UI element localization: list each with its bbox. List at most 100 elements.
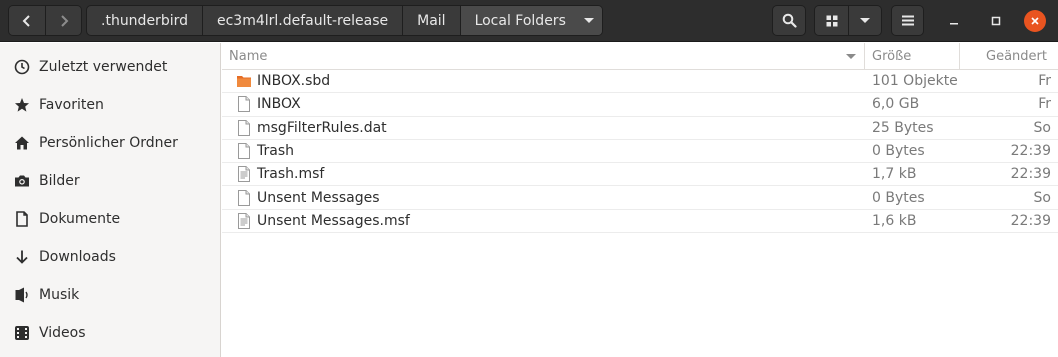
maximize-button[interactable] <box>985 10 1007 32</box>
file-size: 1,6 kB <box>872 212 917 229</box>
file-name: Unsent Messages <box>257 189 380 206</box>
sidebar-item-downloads[interactable]: Downloads <box>0 238 220 276</box>
file-icon <box>238 143 250 160</box>
minimize-button[interactable] <box>943 10 965 32</box>
places-sidebar: Zuletzt verwendet Favoriten Persönlicher… <box>0 43 221 357</box>
sidebar-item-recent[interactable]: Zuletzt verwendet <box>0 48 220 86</box>
document-icon <box>14 211 30 227</box>
maximize-icon <box>991 16 1001 26</box>
hamburger-menu-icon <box>901 15 914 26</box>
sidebar-item-label: Videos <box>39 325 86 341</box>
star-icon <box>14 97 30 113</box>
sidebar-item-label: Persönlicher Ordner <box>39 135 178 151</box>
file-modified: So <box>1033 189 1051 206</box>
table-row[interactable]: Unsent Messages.msf 1,6 kB 22:39 <box>222 210 1058 234</box>
file-icon <box>238 189 250 206</box>
grid-view-button[interactable] <box>815 6 848 35</box>
file-icon <box>238 119 250 136</box>
table-row[interactable]: msgFilterRules.dat 25 Bytes So <box>222 117 1058 140</box>
file-size: 6,0 GB <box>872 96 920 113</box>
file-name: Trash <box>257 143 294 160</box>
folder-icon <box>237 76 251 88</box>
chevron-down-icon <box>583 18 594 23</box>
sidebar-item-videos[interactable]: Videos <box>0 314 220 352</box>
file-size: 25 Bytes <box>872 119 934 136</box>
column-header-size[interactable]: Größe <box>865 43 960 69</box>
sidebar-item-music[interactable]: Musik <box>0 276 220 314</box>
breadcrumb-item-local-folders[interactable]: Local Folders <box>459 6 602 35</box>
view-options-dropdown[interactable] <box>848 6 881 35</box>
back-button[interactable] <box>9 6 45 35</box>
file-modified: Fr <box>1038 96 1051 113</box>
camera-icon <box>14 173 30 189</box>
close-icon <box>1031 17 1039 25</box>
file-list: Name Größe Geändert INBOX.sbd 101 Objekt… <box>222 43 1058 357</box>
forward-button[interactable] <box>45 6 81 35</box>
column-label: Name <box>229 48 268 64</box>
grid-icon <box>826 15 837 26</box>
breadcrumb-label: Local Folders <box>474 12 566 29</box>
minimize-icon <box>950 23 958 25</box>
text-file-icon <box>238 212 250 229</box>
chevron-left-icon <box>22 14 30 27</box>
column-header-name[interactable]: Name <box>222 43 865 69</box>
header-bar: .thunderbird ec3m4lrl.default-release Ma… <box>0 0 1058 42</box>
breadcrumb-item-profile[interactable]: ec3m4lrl.default-release <box>202 6 402 35</box>
search-button[interactable] <box>772 5 806 36</box>
column-label: Größe <box>872 48 912 64</box>
sidebar-item-label: Favoriten <box>39 97 104 113</box>
search-icon <box>782 13 797 28</box>
breadcrumb-item-mail[interactable]: Mail <box>402 6 459 35</box>
file-size: 0 Bytes <box>872 189 925 206</box>
file-modified: 22:39 <box>1010 143 1051 160</box>
view-options <box>814 5 882 36</box>
column-header-modified[interactable]: Geändert <box>960 43 1058 69</box>
clock-icon <box>14 59 30 75</box>
table-row[interactable]: Unsent Messages 0 Bytes So <box>222 186 1058 210</box>
file-icon <box>238 96 250 113</box>
file-name: INBOX.sbd <box>257 73 331 90</box>
table-row[interactable]: INBOX 6,0 GB Fr <box>222 93 1058 117</box>
file-rows: INBOX.sbd 101 Objekte Fr INBOX 6,0 GB Fr… <box>222 70 1058 234</box>
column-header: Name Größe Geändert <box>222 43 1058 70</box>
breadcrumb-label: ec3m4lrl.default-release <box>217 12 389 29</box>
sidebar-item-favorites[interactable]: Favoriten <box>0 86 220 124</box>
home-icon <box>14 135 30 151</box>
file-size: 101 Objekte <box>872 73 958 90</box>
file-size: 1,7 kB <box>872 166 917 183</box>
sidebar-item-label: Zuletzt verwendet <box>39 59 168 75</box>
file-name: msgFilterRules.dat <box>257 119 387 136</box>
breadcrumb: .thunderbird ec3m4lrl.default-release Ma… <box>86 5 603 36</box>
text-file-icon <box>238 166 250 183</box>
file-modified: Fr <box>1038 73 1051 90</box>
file-modified: 22:39 <box>1010 212 1051 229</box>
sidebar-item-label: Musik <box>39 287 80 303</box>
sidebar-item-label: Dokumente <box>39 211 121 227</box>
chevron-right-icon <box>60 14 68 27</box>
breadcrumb-label: .thunderbird <box>101 12 188 29</box>
file-name: Unsent Messages.msf <box>257 212 410 229</box>
breadcrumb-item-thunderbird[interactable]: .thunderbird <box>87 6 202 35</box>
table-row[interactable]: Trash 0 Bytes 22:39 <box>222 140 1058 164</box>
file-name: Trash.msf <box>257 166 325 183</box>
navigation-buttons <box>8 5 82 36</box>
file-size: 0 Bytes <box>872 143 925 160</box>
sidebar-item-documents[interactable]: Dokumente <box>0 200 220 238</box>
sidebar-item-pictures[interactable]: Bilder <box>0 162 220 200</box>
chevron-down-icon <box>860 18 870 23</box>
sidebar-item-label: Bilder <box>39 173 80 189</box>
sidebar-item-label: Downloads <box>39 249 116 265</box>
table-row[interactable]: INBOX.sbd 101 Objekte Fr <box>222 70 1058 94</box>
music-icon <box>14 287 30 303</box>
sidebar-item-home[interactable]: Persönlicher Ordner <box>0 124 220 162</box>
file-modified: 22:39 <box>1010 166 1051 183</box>
table-row[interactable]: Trash.msf 1,7 kB 22:39 <box>222 163 1058 187</box>
close-button[interactable] <box>1024 10 1046 32</box>
video-icon <box>14 325 30 341</box>
file-name: INBOX <box>257 96 301 113</box>
breadcrumb-label: Mail <box>417 12 446 29</box>
sort-descending-icon <box>846 54 856 59</box>
download-arrow-icon <box>14 249 30 265</box>
column-label: Geändert <box>986 48 1047 64</box>
menu-button[interactable] <box>891 5 924 36</box>
